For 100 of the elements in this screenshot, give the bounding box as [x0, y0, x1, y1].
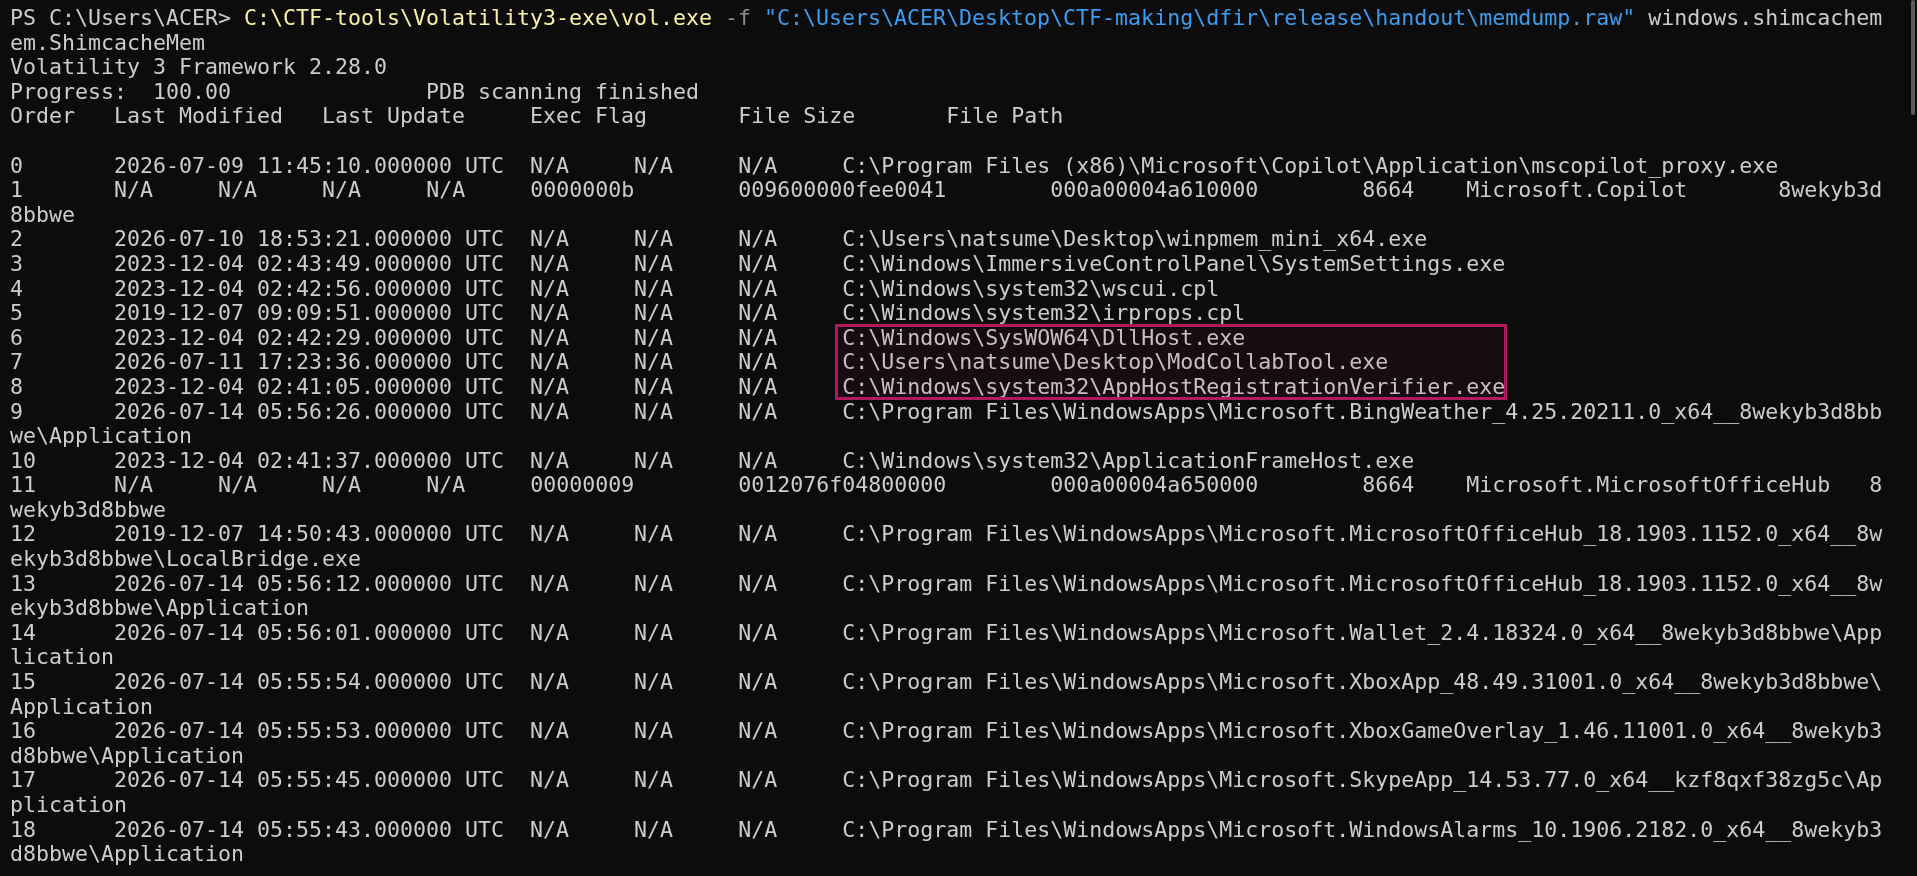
- table-cell: N/A: [530, 521, 570, 547]
- table-cell: 2019-12-07 09:09:51.000000 UTC: [114, 300, 505, 326]
- table-cell: N/A: [634, 324, 674, 350]
- table-cell: C:\Program Files\WindowsApps\Microsoft.XboxGameOverlay_1.46.11001.0_x64__8wekyb3: [842, 718, 1883, 744]
- wrapped-text: ekyb3d8bbwe\LocalBridge.exe: [10, 546, 361, 572]
- table-cell: 2026-07-11 17:23:36.000000 UTC: [114, 349, 505, 375]
- table-cell: N/A: [634, 521, 674, 547]
- table-cell: N/A: [738, 669, 778, 695]
- wrapped-text: lication: [10, 644, 114, 670]
- table-cell: N/A: [530, 398, 570, 424]
- command-text: em.ShimcacheMem: [10, 29, 205, 55]
- table-cell: 9: [10, 398, 23, 424]
- table-cell: 2023-12-04 02:41:05.000000 UTC: [114, 373, 505, 399]
- table-cell: N/A: [114, 177, 154, 203]
- table-cell: N/A: [738, 447, 778, 473]
- table-cell: 2019-12-07 14:50:43.000000 UTC: [114, 521, 505, 547]
- table-cell: N/A: [530, 669, 570, 695]
- table-cell: 8664: [1362, 177, 1415, 203]
- table-cell: N/A: [114, 472, 154, 498]
- table-cell: 8664: [1362, 472, 1415, 498]
- column-header: Order: [10, 103, 75, 129]
- table-cell: 0: [10, 152, 23, 178]
- table-cell: 13: [10, 570, 36, 596]
- table-cell: 1: [10, 177, 23, 203]
- table-cell: N/A: [634, 669, 674, 695]
- table-cell: N/A: [634, 373, 674, 399]
- prompt-text: PS C:\Users\ACER>: [10, 5, 231, 30]
- table-cell: C:\Users\natsume\Desktop\winpmem_mini_x64.exe: [842, 226, 1428, 252]
- table-cell: N/A: [634, 349, 674, 375]
- table-cell: 2026-07-14 05:55:43.000000 UTC: [114, 816, 505, 842]
- table-cell: N/A: [530, 447, 570, 473]
- wrapped-text: ekyb3d8bbwe\Application: [10, 595, 309, 621]
- table-cell: C:\Program Files\WindowsApps\Microsoft.MicrosoftOfficeHub_18.1903.1152.0_x64__8w: [842, 570, 1883, 596]
- table-cell: N/A: [738, 152, 778, 178]
- table-cell: N/A: [634, 447, 674, 473]
- wrapped-text: Application: [10, 693, 153, 719]
- table-cell: 2023-12-04 02:43:49.000000 UTC: [114, 250, 505, 276]
- table-cell: 2026-07-14 05:56:12.000000 UTC: [114, 570, 505, 596]
- table-cell: N/A: [738, 324, 778, 350]
- table-cell: 4: [10, 275, 23, 301]
- command-text: C:\CTF-tools\Volatility3-exe\vol.exe: [244, 5, 713, 30]
- table-cell: N/A: [530, 570, 570, 596]
- table-cell: N/A: [738, 767, 778, 793]
- table-cell: Microsoft.MicrosoftOfficeHub: [1466, 472, 1831, 498]
- wrapped-text: wekyb3d8bbwe: [10, 496, 166, 522]
- table-cell: C:\Windows\SysWOW64\DllHost.exe: [842, 324, 1246, 350]
- table-cell: N/A: [218, 472, 258, 498]
- table-cell: N/A: [530, 250, 570, 276]
- table-cell: N/A: [634, 718, 674, 744]
- table-cell: 12: [10, 521, 36, 547]
- table-cell: C:\Program Files\WindowsApps\Microsoft.BingWeather_4.25.20211.0_x64__8wekyb3d8bb: [842, 398, 1883, 424]
- wrapped-text: d8bbwe\Application: [10, 841, 244, 867]
- table-cell: C:\Program Files\WindowsApps\Microsoft.Wallet_2.4.18324.0_x64__8wekyb3d8bbwe\App: [842, 619, 1883, 645]
- table-cell: N/A: [530, 767, 570, 793]
- table-cell: 14: [10, 619, 36, 645]
- table-cell: N/A: [738, 718, 778, 744]
- table-cell: C:\Program Files\WindowsApps\Microsoft.WindowsAlarms_10.1906.2182.0_x64__8wekyb3: [842, 816, 1883, 842]
- table-cell: N/A: [426, 472, 466, 498]
- table-cell: N/A: [322, 472, 362, 498]
- table-cell: 3: [10, 250, 23, 276]
- table-cell: N/A: [530, 349, 570, 375]
- table-cell: N/A: [634, 152, 674, 178]
- table-cell: 5: [10, 300, 23, 326]
- table-cell: N/A: [738, 619, 778, 645]
- table-cell: N/A: [634, 570, 674, 596]
- table-cell: N/A: [634, 275, 674, 301]
- table-cell: C:\Users\natsume\Desktop\ModCollabTool.exe: [842, 349, 1389, 375]
- table-cell: C:\Windows\system32\ApplicationFrameHost.exe: [842, 447, 1415, 473]
- table-cell: C:\Windows\system32\AppHostRegistrationVerifier.exe: [842, 373, 1506, 399]
- table-cell: N/A: [530, 816, 570, 842]
- table-cell: 2: [10, 226, 23, 252]
- progress-label: Progress:: [10, 78, 127, 104]
- table-cell: 18: [10, 816, 36, 842]
- table-cell: 6: [10, 324, 23, 350]
- table-cell: N/A: [634, 300, 674, 326]
- table-cell: N/A: [530, 275, 570, 301]
- table-cell: C:\Program Files\WindowsApps\Microsoft.XboxApp_48.49.31001.0_x64__8wekyb3d8bbwe\: [842, 669, 1883, 695]
- table-cell: 2023-12-04 02:41:37.000000 UTC: [114, 447, 505, 473]
- table-cell: N/A: [738, 300, 778, 326]
- column-header: Exec Flag: [530, 103, 648, 129]
- table-cell: N/A: [530, 324, 570, 350]
- table-cell: N/A: [530, 619, 570, 645]
- table-cell: C:\Windows\ImmersiveControlPanel\SystemSettings.exe: [842, 250, 1506, 276]
- table-cell: Microsoft.Copilot: [1466, 177, 1688, 203]
- table-cell: C:\Program Files\WindowsApps\Microsoft.SkypeApp_14.53.77.0_x64__kzf8qxf38zg5c\Ap: [842, 767, 1883, 793]
- command-text: "C:\Users\ACER\Desktop\CTF-making\dfir\release\handout\memdump.raw": [764, 5, 1636, 30]
- table-cell: 2023-12-04 02:42:29.000000 UTC: [114, 324, 505, 350]
- progress-value: 100.00: [153, 78, 232, 104]
- table-cell: N/A: [634, 619, 674, 645]
- table-cell: N/A: [530, 300, 570, 326]
- column-header: Last Modified: [114, 103, 284, 129]
- table-cell: N/A: [426, 177, 466, 203]
- table-cell: 000a00004a650000: [1050, 472, 1259, 498]
- table-cell: N/A: [634, 398, 674, 424]
- table-cell: N/A: [634, 767, 674, 793]
- table-cell: N/A: [738, 816, 778, 842]
- table-cell: C:\Windows\system32\wscui.cpl: [842, 275, 1220, 301]
- status-text: PDB scanning finished: [426, 78, 700, 104]
- table-cell: N/A: [738, 275, 778, 301]
- column-header: File Size: [738, 103, 856, 129]
